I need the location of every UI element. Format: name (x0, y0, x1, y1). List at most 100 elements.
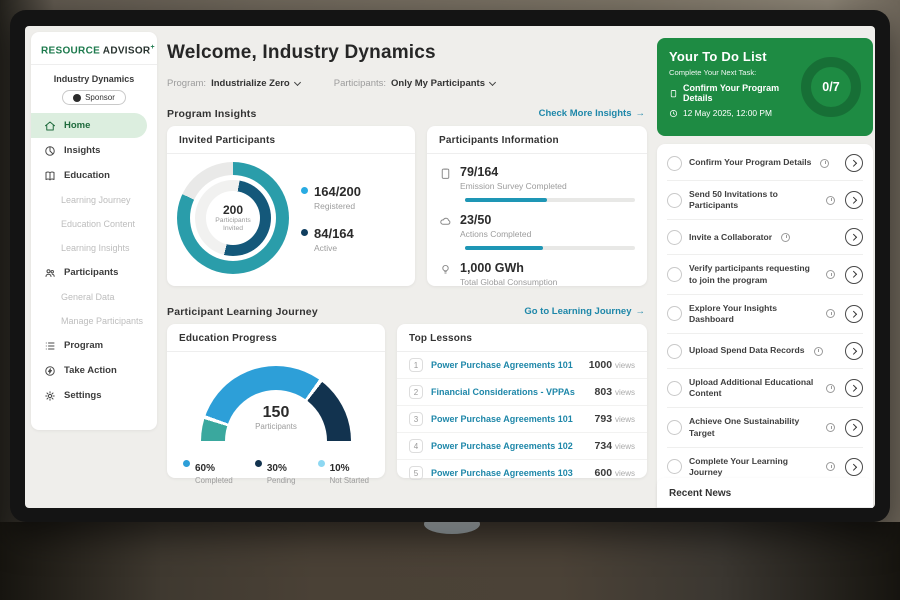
lesson-rank: 2 (409, 385, 423, 399)
chevron-right-button[interactable] (845, 305, 863, 323)
sidebar-item-label: Take Action (64, 365, 117, 376)
sponsor-badge[interactable]: Sponsor (62, 90, 126, 105)
program-dropdown[interactable]: Program: Industrialize Zero (167, 78, 300, 89)
lesson-link[interactable]: Power Purchase Agreements 101 (431, 414, 573, 424)
gear-icon (44, 390, 56, 402)
sponsor-label: Sponsor (85, 93, 115, 102)
todo-item[interactable]: Invite a Collaborator (667, 220, 863, 255)
participants-dropdown[interactable]: Participants: Only My Participants (334, 78, 495, 89)
todo-next-task: Confirm Your Program Details (669, 83, 801, 103)
lesson-row: 4 Power Purchase Agreements 102 734 view… (397, 433, 647, 460)
todo-subtitle: Complete Your Next Task: (669, 68, 801, 77)
stat-consumption: 1,000 GWh Total Global Consumption (427, 250, 647, 287)
lesson-link[interactable]: Power Purchase Agreements 101 (431, 360, 573, 370)
lesson-row: 1 Power Purchase Agreements 101 1000 vie… (397, 352, 647, 379)
clock-icon (814, 347, 823, 356)
check-more-insights-link[interactable]: Check More Insights → (539, 108, 645, 119)
clock-icon (826, 270, 835, 279)
chevron-right-button[interactable] (845, 379, 863, 397)
list-icon (44, 340, 56, 352)
todo-item[interactable]: Verify participants requesting to join t… (667, 255, 863, 294)
sidebar-item-insights[interactable]: Insights (31, 138, 157, 163)
sidebar-item-manage-participants[interactable]: Manage Participants (31, 309, 157, 333)
legend-dot-registered (301, 187, 308, 194)
program-insights-heading: Program Insights (167, 108, 257, 120)
sidebar-item-label: Participants (64, 267, 118, 278)
checkbox-circle[interactable] (667, 156, 682, 171)
stat-actions: 23/50 Actions Completed (427, 202, 647, 239)
actions-icon (439, 215, 452, 239)
legend-dot-not-started (318, 460, 325, 467)
checkbox-circle[interactable] (667, 459, 682, 474)
todo-due-date: 12 May 2025, 12:00 PM (669, 108, 801, 118)
sidebar-item-education[interactable]: Education (31, 163, 157, 188)
checkbox-circle[interactable] (667, 381, 682, 396)
sidebar-item-settings[interactable]: Settings (31, 383, 157, 408)
lesson-row: 2 Financial Considerations - VPPAs 803 v… (397, 379, 647, 406)
todo-item[interactable]: Upload Spend Data Records (667, 334, 863, 369)
donut-legend: 164/200 Registered 84/164 Active (301, 183, 361, 253)
todo-item[interactable]: Send 50 Invitations to Participants (667, 181, 863, 220)
clock-icon (781, 233, 790, 242)
donut-center-label: 200 Participants Invited (177, 162, 289, 274)
sponsor-icon (73, 94, 81, 102)
chevron-right-button[interactable] (845, 419, 863, 437)
sidebar-item-label: Settings (64, 390, 101, 401)
lesson-row: 3 Power Purchase Agreements 101 793 view… (397, 406, 647, 433)
card-title: Top Lessons (397, 324, 647, 352)
legend-pending: 30% Pending (255, 458, 296, 485)
sidebar-item-program[interactable]: Program (31, 333, 157, 358)
learning-journey-heading: Participant Learning Journey (167, 306, 318, 318)
insights-icon (44, 145, 56, 157)
arrow-right-icon: → (636, 306, 646, 317)
todo-item[interactable]: Confirm Your Program Details (667, 146, 863, 181)
card-title: Invited Participants (167, 126, 415, 154)
checkbox-circle[interactable] (667, 420, 682, 435)
lesson-link[interactable]: Financial Considerations - VPPAs (431, 387, 575, 397)
lesson-link[interactable]: Power Purchase Agreements 103 (431, 468, 573, 478)
book-icon (44, 170, 56, 182)
todo-item[interactable]: Explore Your Insights Dashboard (667, 295, 863, 334)
clipboard-icon (669, 89, 678, 98)
invited-donut-chart: 200 Participants Invited (177, 162, 289, 274)
chevron-right-button[interactable] (845, 266, 863, 284)
lesson-rank: 1 (409, 358, 423, 372)
recent-news-heading: Recent News (657, 478, 873, 508)
sidebar-item-participants[interactable]: Participants (31, 260, 157, 285)
program-value: Industrialize Zero (211, 78, 290, 89)
sidebar-item-learning-journey[interactable]: Learning Journey (31, 188, 157, 212)
checkbox-circle[interactable] (667, 193, 682, 208)
todo-item[interactable]: Upload Additional Educational Content (667, 369, 863, 408)
photo-background: RESOURCE ADVISOR+ Industry Dynamics Spon… (0, 0, 900, 600)
lesson-rank: 3 (409, 412, 423, 426)
checkbox-circle[interactable] (667, 230, 682, 245)
gauge-legend: 60% Completed 30% Pending 10% Not Starte… (167, 446, 385, 485)
sidebar-item-education-content[interactable]: Education Content (31, 212, 157, 236)
logo-plus: + (150, 44, 154, 51)
education-gauge-chart: 150 Participants (201, 366, 351, 446)
checkbox-circle[interactable] (667, 306, 682, 321)
checkbox-circle[interactable] (667, 267, 682, 282)
program-label: Program: (167, 78, 206, 89)
chevron-right-button[interactable] (845, 191, 863, 209)
sidebar-item-take-action[interactable]: Take Action (31, 358, 157, 383)
sidebar-item-general-data[interactable]: General Data (31, 285, 157, 309)
chevron-right-button[interactable] (845, 154, 863, 172)
take-action-icon (44, 365, 56, 377)
checkbox-circle[interactable] (667, 344, 682, 359)
todo-header-card: Your To Do List Complete Your Next Task:… (657, 38, 873, 136)
lesson-link[interactable]: Power Purchase Agreements 102 (431, 441, 573, 451)
clock-icon (826, 384, 835, 393)
chevron-right-button[interactable] (845, 228, 863, 246)
chevron-right-button[interactable] (845, 342, 863, 360)
sidebar-item-learning-insights[interactable]: Learning Insights (31, 236, 157, 260)
filter-bar: Program: Industrialize Zero Participants… (167, 78, 495, 89)
legend-not-started: 10% Not Started (318, 458, 369, 485)
chevron-right-button[interactable] (845, 458, 863, 476)
legend-active: 84/164 Active (301, 225, 361, 253)
todo-item[interactable]: Achieve One Sustainability Target (667, 408, 863, 447)
clock-icon (826, 196, 835, 205)
go-to-learning-journey-link[interactable]: Go to Learning Journey → (524, 306, 645, 317)
todo-title: Your To Do List (669, 49, 801, 64)
sidebar-item-home[interactable]: Home (31, 113, 147, 138)
